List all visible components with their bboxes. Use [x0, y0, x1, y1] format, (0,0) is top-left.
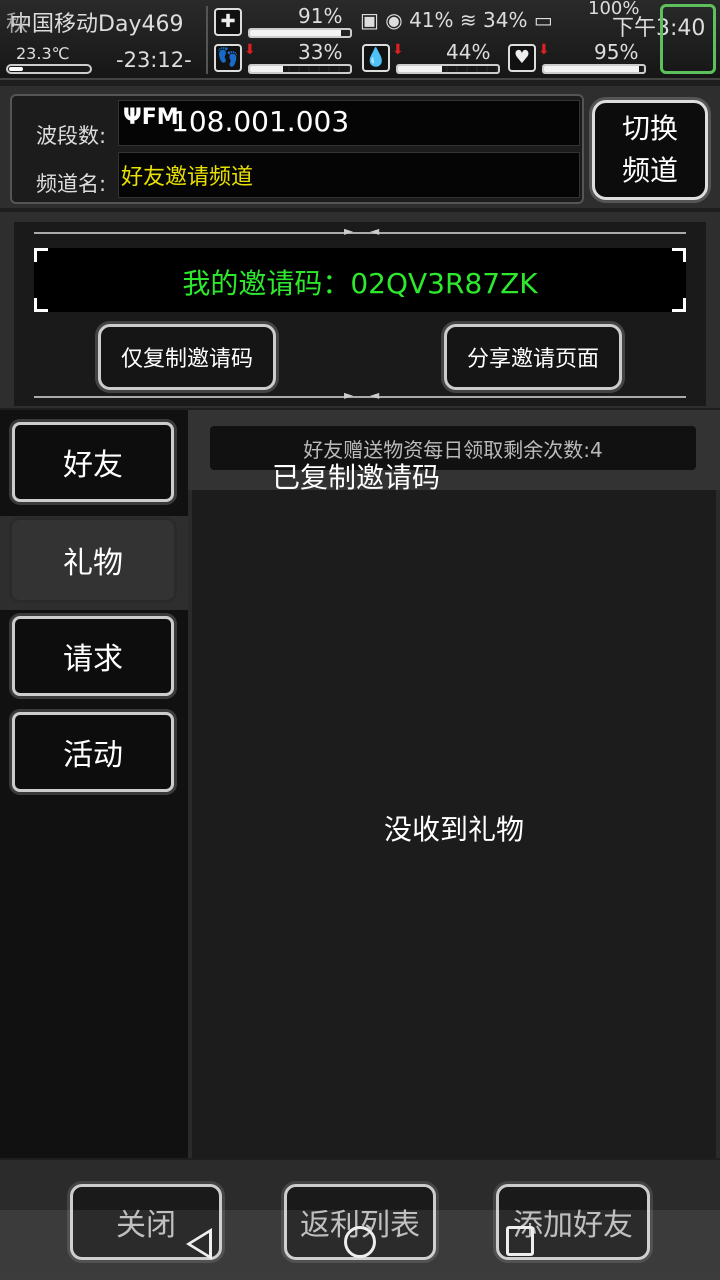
down-arrow-icon: ⬇ — [392, 42, 404, 58]
invite-inner: 我的邀请码：02QV3R87ZK 仅复制邀请码 分享邀请页面 — [14, 222, 706, 406]
sys-extra: 34% — [483, 8, 528, 32]
status-hud: 秋 中国移动Day469 23.3℃ -23:12- ✚ 91% 👣 ⬇ 33%… — [0, 0, 720, 80]
stat-water-bar — [396, 64, 500, 74]
tab-events[interactable]: 活动 — [12, 712, 174, 792]
share-page-button[interactable]: 分享邀请页面 — [444, 324, 622, 390]
tab-gifts[interactable]: 礼物 — [12, 520, 174, 600]
channel-name-value: 好友邀请频道 — [121, 165, 254, 190]
copied-toast: 已复制邀请码 — [272, 461, 441, 494]
stat-health-bar — [248, 28, 352, 38]
temperature: 23.3℃ — [16, 44, 70, 63]
stat-health-value: 91% — [298, 4, 343, 28]
decor-line-top — [34, 224, 686, 238]
empty-message: 没收到礼物 — [383, 813, 524, 846]
recent-apps-icon[interactable] — [506, 1226, 534, 1256]
frequency-field: ΨFM 108.001.003 — [118, 100, 580, 146]
heart-icon: ♥ — [508, 44, 536, 72]
game-clock: -23:12- — [116, 48, 192, 72]
minimap-button[interactable] — [660, 4, 716, 74]
back-icon[interactable] — [186, 1228, 212, 1260]
water-drop-icon: 💧 — [362, 44, 390, 72]
stat-heart-value: 95% — [594, 40, 639, 64]
switch-label-2: 频道 — [621, 154, 678, 187]
hud-left: 秋 中国移动Day469 23.3℃ -23:12- — [0, 0, 206, 80]
decor-line-bottom — [34, 388, 686, 402]
day-counter: Day469 — [98, 12, 184, 37]
copy-code-button[interactable]: 仅复制邀请码 — [98, 324, 276, 390]
content-header: 好友赠送物资每日领取剩余次数:4 — [188, 410, 720, 490]
invite-code-box: 我的邀请码：02QV3R87ZK — [34, 248, 686, 312]
down-arrow-icon: ⬇ — [244, 42, 256, 58]
channel-name-field: 好友邀请频道 — [118, 152, 580, 198]
hud-divider — [206, 6, 208, 74]
wifi-icon: ≋ — [459, 8, 477, 32]
home-icon[interactable] — [344, 1226, 376, 1258]
band-label: 波段数: — [36, 124, 107, 148]
gift-list[interactable]: 没收到礼物 — [192, 490, 716, 1158]
thermometer-icon — [6, 64, 92, 74]
system-status-icons: ▣ ◉ 41% ≋ 34% ▭ — [360, 8, 553, 32]
channel-panel: 波段数: ΨFM 108.001.003 频道名: 好友邀请频道 切换 频道 — [0, 86, 720, 208]
down-arrow-icon: ⬇ — [538, 42, 550, 58]
side-tabs: 好友 礼物 请求 活动 — [0, 410, 188, 1158]
carrier-overlay: 秋 — [6, 12, 29, 37]
stat-heart-bar — [542, 64, 646, 74]
switch-channel-button[interactable]: 切换 频道 — [592, 100, 708, 200]
battery-percent: 100% — [588, 0, 640, 19]
tab-friends[interactable]: 好友 — [12, 422, 174, 502]
battery-icon: ▭ — [533, 8, 553, 32]
foot-icon: 👣 — [214, 44, 242, 72]
hd-icon: ▣ — [360, 8, 379, 32]
channel-name-label: 频道名: — [36, 172, 107, 196]
medkit-icon: ✚ — [214, 8, 242, 36]
sys-signal: 41% — [409, 8, 454, 32]
stat-stamina-bar — [248, 64, 352, 74]
stat-water-value: 44% — [446, 40, 491, 64]
channel-info: 波段数: ΨFM 108.001.003 频道名: 好友邀请频道 — [10, 94, 584, 204]
frequency-value: 108.001.003 — [171, 105, 350, 138]
tab-requests[interactable]: 请求 — [12, 616, 174, 696]
stat-stamina-value: 33% — [298, 40, 343, 64]
carrier-day: 秋 中国移动Day469 — [6, 6, 184, 38]
invite-code: 我的邀请码：02QV3R87ZK — [182, 267, 538, 300]
switch-label-1: 切换 — [621, 112, 678, 145]
gift-content: 好友赠送物资每日领取剩余次数:4 没收到礼物 — [188, 410, 720, 1158]
invite-panel: 我的邀请码：02QV3R87ZK 仅复制邀请码 分享邀请页面 — [0, 212, 720, 408]
eye-icon: ◉ — [385, 8, 403, 32]
